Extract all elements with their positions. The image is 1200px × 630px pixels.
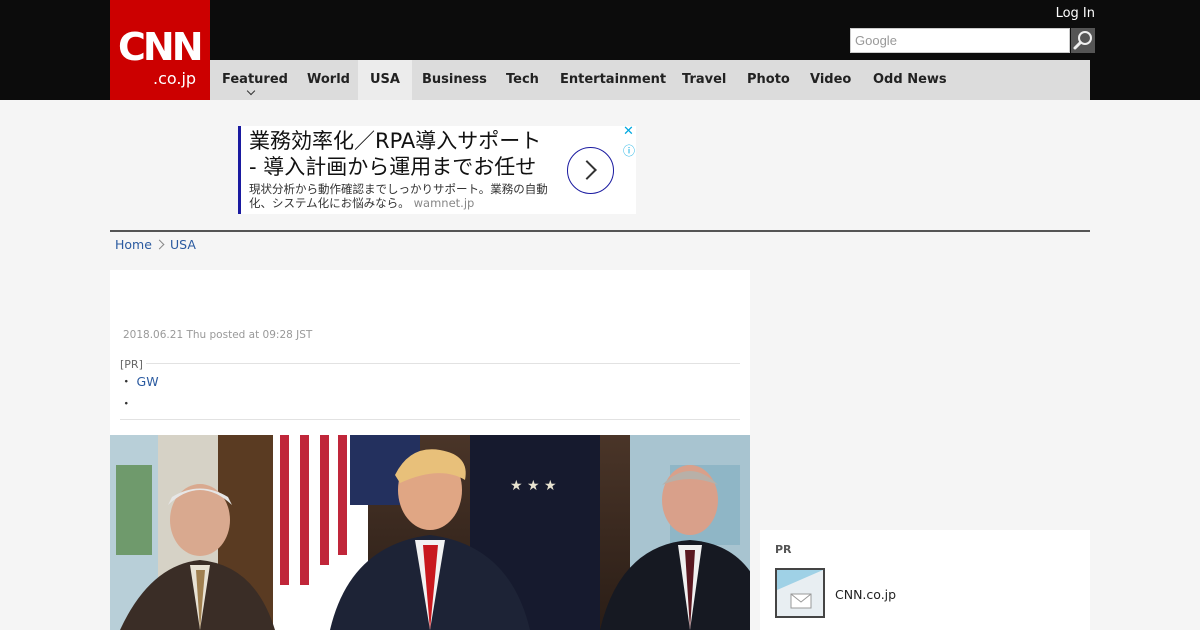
svg-text:★ ★ ★: ★ ★ ★: [510, 478, 557, 494]
ad-arrow-button[interactable]: [567, 147, 614, 194]
nav-label: Business: [422, 72, 487, 87]
nav-item-travel[interactable]: Travel: [670, 60, 738, 100]
nav-item-photo[interactable]: Photo: [735, 60, 802, 100]
magnifier-icon: [1073, 31, 1092, 50]
login-link[interactable]: Log In: [1040, 6, 1095, 21]
nav-band-right: [1090, 60, 1200, 100]
bullet: ・: [120, 396, 133, 411]
info-icon[interactable]: ⓘ: [623, 142, 635, 159]
nav-label: Travel: [682, 72, 727, 87]
ad-headline-1[interactable]: 業務効率化／RPA導入サポート: [249, 128, 541, 154]
sidebar-pr-label: PR: [775, 543, 792, 556]
ad-domain: wamnet.jp: [413, 196, 475, 210]
nav-item-world[interactable]: World: [295, 60, 362, 100]
envelope-icon: [777, 570, 823, 616]
logo-sub: .co.jp: [153, 69, 197, 88]
sidebar-thumbnail[interactable]: [775, 568, 825, 618]
nav-item-tech[interactable]: Tech: [494, 60, 551, 100]
nav-label: Photo: [747, 72, 790, 87]
photo-image: ★ ★ ★: [110, 435, 750, 630]
logo-main: CNN: [118, 25, 203, 69]
nav-item-odd-news[interactable]: Odd News: [861, 60, 959, 100]
article-photo: ★ ★ ★: [110, 435, 750, 630]
ad-banner[interactable]: 業務効率化／RPA導入サポート - 導入計画から運用までお任せ 現状分析から動作…: [238, 124, 636, 214]
nav-label: Tech: [506, 72, 539, 87]
ad-description-text: 現状分析から動作確認までしっかりサポート。業務の自動化、システム化にお悩みなら。: [249, 182, 548, 210]
nav-item-entertainment[interactable]: Entertainment: [548, 60, 678, 100]
pr-divider: [146, 363, 740, 364]
nav-label: Featured: [222, 72, 288, 87]
nav-item-usa[interactable]: USA: [358, 60, 412, 100]
close-icon[interactable]: ✕: [623, 124, 634, 139]
chevron-down-icon: [246, 86, 256, 96]
nav-label: World: [307, 72, 350, 87]
list-item: ・ GW: [120, 374, 159, 396]
nav-item-business[interactable]: Business: [410, 60, 499, 100]
chevron-right-icon: [154, 239, 165, 250]
nav-band-left: [0, 60, 110, 100]
list-item: ・: [120, 396, 159, 418]
section-divider: [110, 230, 1090, 232]
sidebar-pr-box: PR CNN.co.jp: [760, 530, 1090, 630]
pr-tag: [PR]: [120, 358, 143, 371]
posted-timestamp: 2018.06.21 Thu posted at 09:28 JST: [123, 329, 313, 341]
breadcrumb-usa[interactable]: USA: [170, 237, 196, 252]
pr-link[interactable]: GW: [137, 374, 159, 389]
ad-description: 現状分析から動作確認までしっかりサポート。業務の自動化、システム化にお悩みなら。…: [249, 182, 569, 210]
main-nav: Featured World USA Business Tech Enterta…: [210, 60, 1090, 100]
nav-label: Video: [810, 72, 852, 87]
nav-item-video[interactable]: Video: [798, 60, 863, 100]
nav-label: Odd News: [873, 72, 947, 87]
cnn-logo[interactable]: CNN .co.jp: [110, 0, 210, 100]
search-input[interactable]: Google: [850, 28, 1070, 53]
breadcrumb-home[interactable]: Home: [115, 237, 152, 252]
sidebar-item-link[interactable]: CNN.co.jp: [835, 587, 896, 602]
ad-headline-2[interactable]: - 導入計画から運用までお任せ: [249, 154, 536, 180]
pr-list: ・ GW ・: [120, 374, 159, 418]
pr-divider-bottom: [120, 419, 740, 420]
bullet: ・: [120, 374, 133, 389]
search-button[interactable]: [1071, 28, 1095, 53]
nav-label: USA: [370, 72, 400, 87]
nav-item-featured[interactable]: Featured: [210, 60, 300, 100]
article-card: 2018.06.21 Thu posted at 09:28 JST [PR] …: [110, 270, 750, 630]
nav-label: Entertainment: [560, 72, 667, 87]
